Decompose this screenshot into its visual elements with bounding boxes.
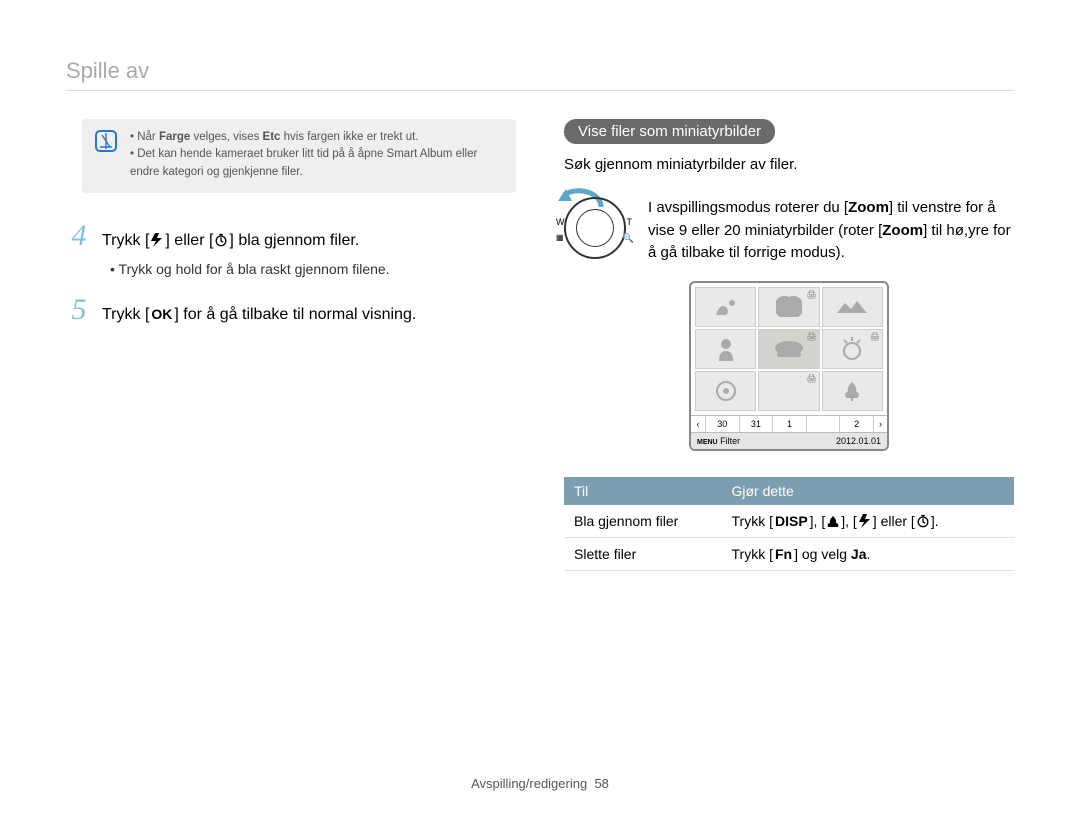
thumbnail-preview: 🖨 🖨 🖨 🖨 ‹ 30 31 1 2 › — [689, 281, 889, 451]
label-t: T — [627, 217, 633, 227]
step-4-text: Trykk [] eller [] bla gjennom filer. — [102, 230, 359, 252]
th-gjor: Gjør dette — [722, 477, 1015, 505]
step-5: 5 Trykk [OK] for å gå tilbake til normal… — [66, 293, 516, 327]
dial-outer: W T ▦ 🔍 — [564, 197, 626, 259]
divider — [66, 90, 1014, 91]
step-number-4: 4 — [66, 219, 92, 253]
print-icon: 🖨 — [870, 332, 880, 341]
print-icon: 🖨 — [807, 374, 817, 383]
page: Spille av Når Farge velges, vises Etc hv… — [0, 0, 1080, 815]
table-row: Bla gjennom filer Trykk [DISP], [], [] e… — [564, 505, 1014, 538]
page-title: Spille av — [66, 58, 1014, 84]
timer-icon — [915, 514, 931, 528]
section-lead: Søk gjennom miniatyrbilder av filer. — [564, 156, 1014, 173]
label-w: W — [556, 217, 565, 227]
step-4-sub: Trykk og hold for å bla raskt gjennom fi… — [110, 261, 516, 277]
thumb — [695, 329, 756, 369]
th-til: Til — [564, 477, 722, 505]
page-footer: Avspilling/redigering 58 — [0, 776, 1080, 791]
fn-key: Fn — [773, 546, 794, 562]
step-5-text: Trykk [OK] for å gå tilbake til normal v… — [102, 304, 416, 326]
print-icon: 🖨 — [807, 332, 817, 341]
flash-icon — [857, 514, 873, 528]
thumb — [695, 287, 756, 327]
note-text: Når Farge velges, vises Etc hvis fargen … — [130, 129, 502, 181]
step-number-5: 5 — [66, 293, 92, 327]
disp-key: DISP — [773, 513, 810, 529]
thumb-footer: MENU Filter 2012.01.01 — [691, 432, 887, 449]
thumb — [822, 287, 883, 327]
left-column: Når Farge velges, vises Etc hvis fargen … — [66, 119, 516, 571]
info-note: Når Farge velges, vises Etc hvis fargen … — [82, 119, 516, 193]
actions-table: Til Gjør dette Bla gjennom filer Trykk [… — [564, 477, 1014, 571]
macro-icon — [825, 514, 841, 528]
prev-icon: ‹ — [691, 416, 705, 432]
zoom-instruction: W T ▦ 🔍 I avspillingsmodus roterer du [Z… — [564, 197, 1014, 265]
two-columns: Når Farge velges, vises Etc hvis fargen … — [66, 119, 1014, 571]
thumb — [822, 371, 883, 411]
thumb: 🖨 — [758, 371, 819, 411]
timer-icon — [213, 233, 229, 247]
print-icon: 🖨 — [807, 290, 817, 299]
ok-key: OK — [149, 305, 174, 325]
dial-inner — [576, 209, 614, 247]
zoom-dial-diagram: W T ▦ 🔍 — [564, 197, 626, 259]
thumb: 🖨 — [822, 329, 883, 369]
grid-icon: ▦ — [556, 233, 564, 242]
flash-icon — [149, 233, 165, 247]
section-pill: Vise filer som miniatyrbilder — [564, 119, 775, 144]
thumb-date-bar: ‹ 30 31 1 2 › — [691, 415, 887, 432]
thumb-selected: 🖨 — [758, 329, 819, 369]
magnifier-icon: 🔍 — [623, 233, 634, 244]
zoom-text: I avspillingsmodus roterer du [Zoom] til… — [648, 197, 1014, 265]
next-icon: › — [873, 416, 887, 432]
thumb: 🖨 — [758, 287, 819, 327]
thumb — [695, 371, 756, 411]
table-row: Slette filer Trykk [Fn] og velg Ja. — [564, 537, 1014, 570]
info-icon — [94, 129, 118, 153]
right-column: Vise filer som miniatyrbilder Søk gjenno… — [564, 119, 1014, 571]
step-4: 4 Trykk [] eller [] bla gjennom filer. — [66, 219, 516, 253]
